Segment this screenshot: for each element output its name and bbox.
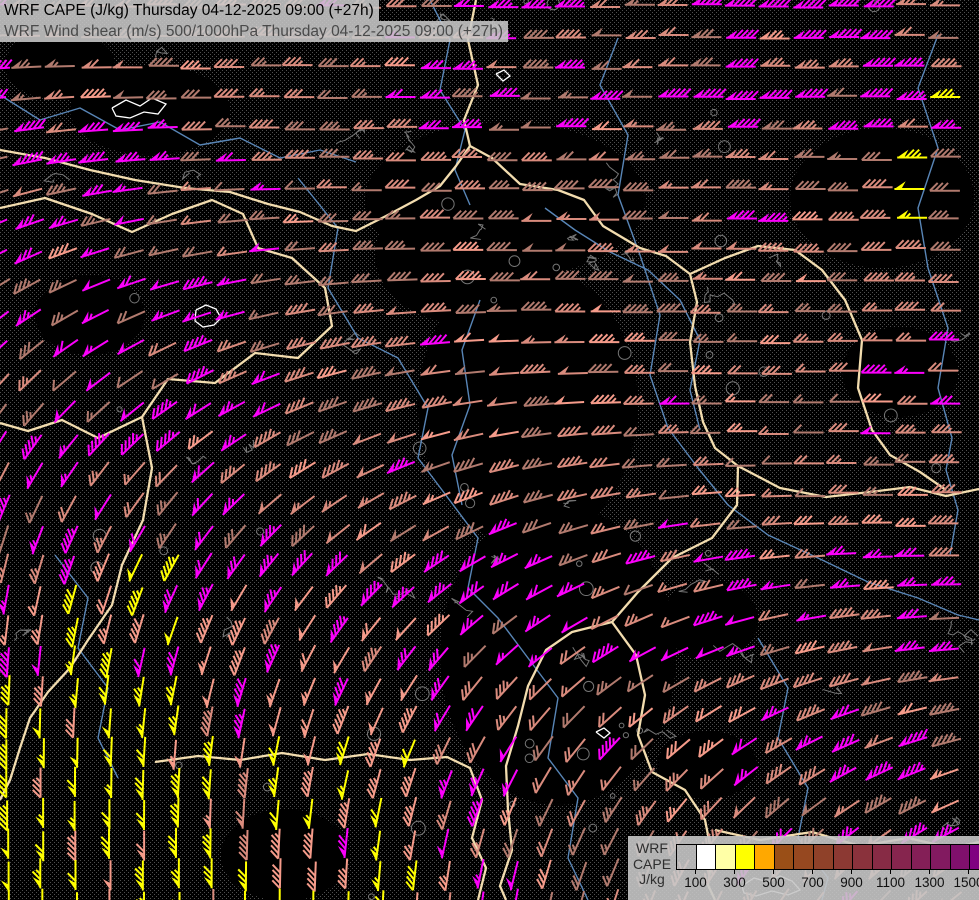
map-canvas (0, 0, 979, 900)
legend-tick (890, 869, 891, 874)
legend-color-cell (852, 845, 872, 869)
legend-color-cell (891, 845, 911, 869)
legend-tick-label: 900 (840, 875, 863, 890)
legend-tick (695, 869, 696, 874)
legend-color-cell (677, 845, 696, 869)
legend-label-units: J/kg (639, 871, 665, 887)
title-line-shear: WRF Wind shear (m/s) 500/1000hPa Thursda… (0, 21, 508, 42)
legend-color-cell (871, 845, 892, 869)
legend-label-field: CAPE (632, 855, 672, 872)
legend-color-cell (910, 845, 931, 869)
legend-tick-label: 700 (801, 875, 824, 890)
title-overlay: WRF CAPE (J/kg) Thursday 04-12-2025 09:0… (0, 0, 508, 42)
legend-tick (851, 869, 852, 874)
legend-color-cell (812, 845, 833, 869)
legend-tick-label: 1100 (875, 875, 906, 890)
legend-tick (968, 869, 969, 874)
legend-tick (734, 869, 735, 874)
legend-tick-label: 1300 (914, 875, 945, 890)
weather-map: WRF CAPE (J/kg) Thursday 04-12-2025 09:0… (0, 0, 979, 900)
legend-color-cell (695, 845, 716, 869)
legend-color-cell (715, 845, 735, 869)
legend-tick-label: 500 (762, 875, 785, 890)
legend-color-cell (754, 845, 774, 869)
legend-color-cell (949, 845, 970, 869)
legend-tick-label: 300 (723, 875, 746, 890)
legend-tick (812, 869, 813, 874)
legend-tick-label: 100 (684, 875, 707, 890)
legend-color-cell (969, 845, 979, 869)
legend-panel: WRF CAPE J/kg 100 300 500 700 900 1100 1300 150… (628, 836, 979, 900)
legend-label-model: WRF (636, 840, 668, 856)
legend-color-cell (734, 845, 755, 869)
title-line-cape: WRF CAPE (J/kg) Thursday 04-12-2025 09:0… (0, 0, 379, 21)
legend-tick-label: 1500 (953, 875, 979, 890)
legend-color-cell (930, 845, 950, 869)
legend-colorbar (676, 844, 979, 870)
legend-tick-labels: 100 300 500 700 900 1100 1300 1500 (676, 875, 979, 893)
legend-color-cell (773, 845, 794, 869)
legend-label: WRF CAPE J/kg (631, 840, 673, 888)
legend-tick (773, 869, 774, 874)
legend-tick (929, 869, 930, 874)
legend-color-cell (832, 845, 853, 869)
legend-color-cell (793, 845, 813, 869)
